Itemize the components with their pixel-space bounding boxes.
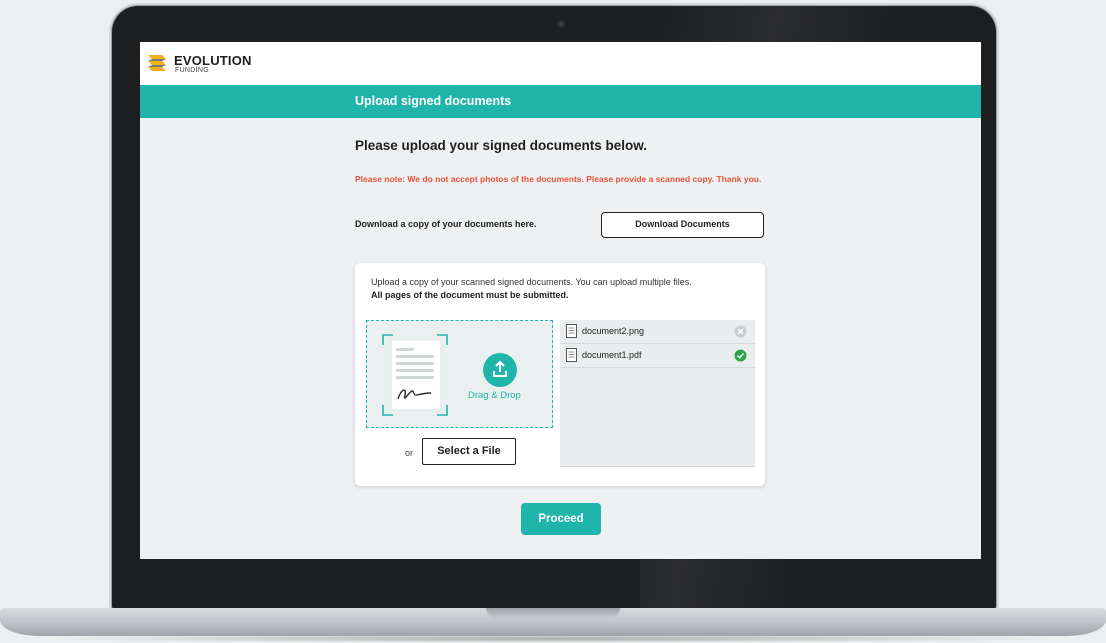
select-file-button[interactable]: Select a File bbox=[422, 438, 516, 465]
logo-name: EVOLUTION bbox=[174, 53, 252, 68]
logo-subtitle: FUNDING bbox=[175, 67, 209, 74]
drag-drop-label: Drag & Drop bbox=[468, 390, 521, 401]
file-name: document1.pdf bbox=[582, 350, 642, 360]
logo-mark-icon bbox=[148, 55, 166, 71]
webcam-icon bbox=[557, 20, 565, 28]
proceed-button[interactable]: Proceed bbox=[521, 503, 601, 535]
check-icon bbox=[734, 349, 747, 362]
upload-instructions: Upload a copy of your scanned signed doc… bbox=[371, 276, 751, 302]
remove-icon[interactable] bbox=[734, 325, 747, 338]
upload-instructions-text: Upload a copy of your scanned signed doc… bbox=[371, 277, 692, 287]
app-screen: EVOLUTION FUNDING Upload signed document… bbox=[140, 42, 981, 559]
title-bar: Upload signed documents bbox=[140, 85, 981, 118]
uploaded-file-list: document2.png document1.pdf bbox=[560, 320, 755, 467]
file-row: document1.pdf bbox=[560, 344, 755, 368]
drag-drop-zone[interactable]: Drag & Drop bbox=[366, 320, 553, 428]
download-label: Download a copy of your documents here. bbox=[355, 219, 537, 229]
photo-warning-note: Please note: We do not accept photos of … bbox=[355, 174, 762, 184]
upload-requirement-text: All pages of the document must be submit… bbox=[371, 290, 569, 300]
file-icon bbox=[566, 324, 577, 338]
file-icon bbox=[566, 348, 577, 362]
main-heading: Please upload your signed documents belo… bbox=[355, 138, 648, 153]
laptop-notch bbox=[486, 608, 620, 618]
or-label: or bbox=[405, 448, 414, 458]
file-row: document2.png bbox=[560, 320, 755, 344]
signed-document-icon bbox=[382, 334, 448, 416]
page-title: Upload signed documents bbox=[355, 94, 512, 108]
logo[interactable]: EVOLUTION FUNDING bbox=[148, 51, 268, 77]
upload-card: Upload a copy of your scanned signed doc… bbox=[355, 263, 765, 486]
file-name: document2.png bbox=[582, 326, 645, 336]
upload-icon bbox=[483, 353, 517, 387]
app-header: EVOLUTION FUNDING bbox=[140, 42, 981, 85]
download-documents-button[interactable]: Download Documents bbox=[601, 212, 764, 238]
